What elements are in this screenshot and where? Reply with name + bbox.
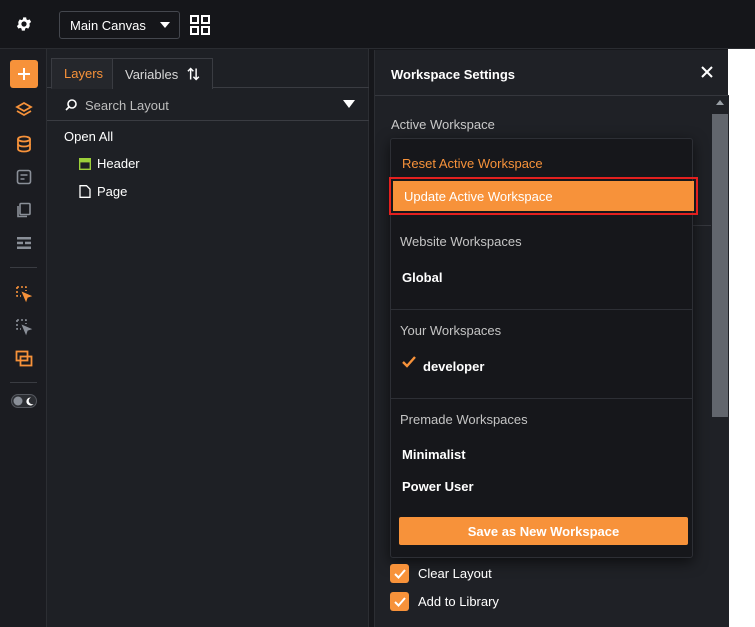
workspace-option-power-user[interactable]: Power User: [402, 479, 474, 494]
theme-toggle-icon[interactable]: [10, 387, 38, 415]
checkbox-label: Add to Library: [418, 594, 499, 609]
panel-header: Workspace Settings: [375, 50, 729, 96]
header-icon: [79, 157, 91, 170]
save-button-label: Save as New Workspace: [467, 523, 620, 539]
layers-panel: Layers Variables Search Layout Open All …: [47, 49, 369, 627]
update-workspace-highlight: Update Active Workspace: [389, 177, 698, 215]
canvas-select[interactable]: Main Canvas: [59, 11, 180, 39]
tab-variables-label: Variables: [125, 66, 179, 82]
update-workspace-label: Update Active Workspace: [404, 188, 553, 204]
panel-title: Workspace Settings: [391, 67, 516, 82]
clear-layout-option[interactable]: Clear Layout: [390, 564, 492, 583]
chevron-down-icon: [160, 22, 170, 28]
premade-workspaces-heading: Premade Workspaces: [400, 412, 528, 427]
select-tool-icon[interactable]: [10, 280, 38, 308]
workspace-option-minimalist[interactable]: Minimalist: [402, 447, 466, 462]
scrollbar-thumb[interactable]: [712, 114, 728, 417]
page-icon: [79, 185, 91, 198]
canvas-select-label: Main Canvas: [70, 17, 146, 33]
sections-icon[interactable]: [10, 229, 38, 257]
top-bar: Main Canvas: [0, 0, 755, 49]
close-icon[interactable]: [699, 64, 715, 80]
tab-layers-label: Layers: [64, 66, 104, 81]
website-workspaces-heading: Website Workspaces: [400, 234, 522, 249]
sort-icon: [187, 67, 200, 81]
scroll-up-icon[interactable]: [716, 100, 724, 105]
filter-icon[interactable]: [343, 100, 355, 108]
tree-item-header[interactable]: Header: [79, 156, 140, 171]
dropdown-divider: [391, 398, 692, 399]
layers-search[interactable]: Search Layout: [47, 90, 369, 121]
multi-select-icon[interactable]: [10, 313, 38, 341]
reset-workspace-option[interactable]: Reset Active Workspace: [402, 156, 543, 171]
tree-item-label: Page: [97, 184, 128, 199]
tree-item-page[interactable]: Page: [79, 184, 127, 199]
workspace-option-developer[interactable]: developer: [423, 359, 484, 374]
add-to-library-option[interactable]: Add to Library: [390, 592, 499, 611]
tab-layers[interactable]: Layers: [51, 58, 113, 89]
workspace-option-global[interactable]: Global: [402, 270, 442, 285]
grid-icon[interactable]: [190, 15, 210, 35]
checkmark-icon: [402, 356, 416, 371]
layers-icon[interactable]: [10, 96, 38, 124]
rail-divider: [10, 267, 37, 268]
database-icon[interactable]: [10, 130, 38, 158]
left-rail: [0, 49, 47, 627]
search-icon: [65, 98, 78, 114]
dropdown-divider: [391, 309, 692, 310]
your-workspaces-heading: Your Workspaces: [400, 323, 502, 338]
open-all-link[interactable]: Open All: [64, 129, 113, 144]
workspace-dropdown: Reset Active Workspace Update Active Wor…: [389, 138, 698, 558]
plus-icon[interactable]: [10, 60, 38, 88]
checkbox-label: Clear Layout: [418, 566, 492, 581]
save-as-new-workspace-button[interactable]: Save as New Workspace: [399, 517, 688, 545]
active-workspace-label: Active Workspace: [391, 117, 495, 132]
checkbox-checked[interactable]: [390, 564, 409, 583]
search-input[interactable]: Search Layout: [85, 98, 169, 113]
pages-icon[interactable]: [10, 196, 38, 224]
windows-icon[interactable]: [10, 345, 38, 373]
checkbox-checked[interactable]: [390, 592, 409, 611]
gear-icon[interactable]: [12, 12, 36, 36]
tree-item-label: Header: [97, 156, 140, 171]
layers-tabs: Layers Variables: [47, 58, 369, 89]
component-icon[interactable]: [10, 163, 38, 191]
update-workspace-option[interactable]: Update Active Workspace: [393, 181, 694, 211]
tab-variables[interactable]: Variables: [112, 58, 213, 89]
rail-divider: [10, 382, 37, 383]
canvas-preview-strip: [728, 49, 755, 627]
